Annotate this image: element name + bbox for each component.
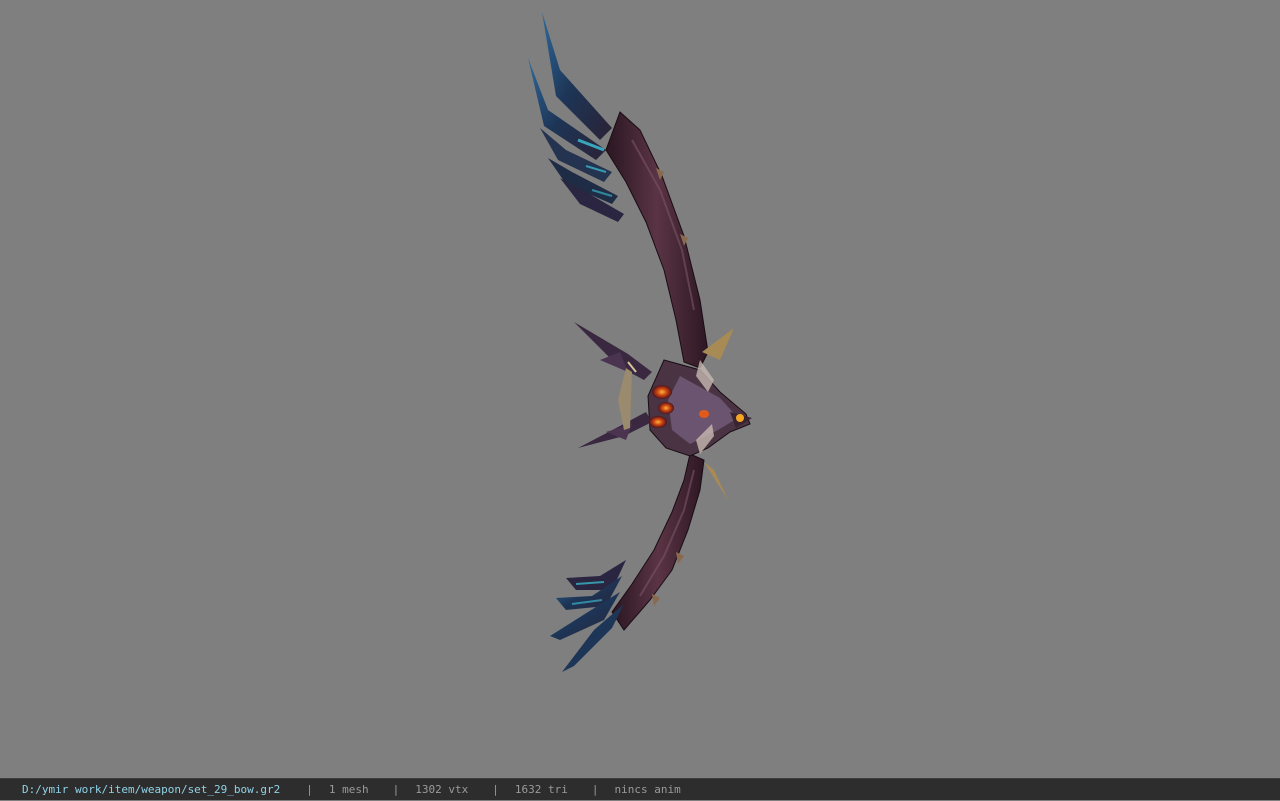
status-separator: | bbox=[492, 782, 499, 796]
status-separator: | bbox=[306, 782, 313, 796]
3d-viewport[interactable] bbox=[0, 0, 1280, 778]
animation-status: nincs anim bbox=[614, 782, 681, 796]
upper-limb bbox=[605, 111, 709, 369]
lower-limb bbox=[611, 453, 705, 631]
triangle-count: 1632 tri bbox=[514, 782, 568, 796]
mesh-count: 1 mesh bbox=[328, 782, 369, 796]
upper-feathers bbox=[528, 12, 624, 222]
claw-rest bbox=[574, 322, 652, 448]
file-path: D:/ymir work/item/weapon/set_29_bow.gr2 bbox=[22, 782, 281, 796]
status-separator: | bbox=[392, 782, 400, 796]
status-separator: | bbox=[591, 782, 599, 796]
lower-horn bbox=[704, 462, 728, 500]
vertex-count: 1302 vtx bbox=[415, 782, 469, 796]
bow-model-icon bbox=[528, 12, 752, 672]
status-bar: D:/ymir work/item/weapon/set_29_bow.gr2 … bbox=[0, 778, 1280, 800]
lower-feathers bbox=[550, 560, 626, 672]
